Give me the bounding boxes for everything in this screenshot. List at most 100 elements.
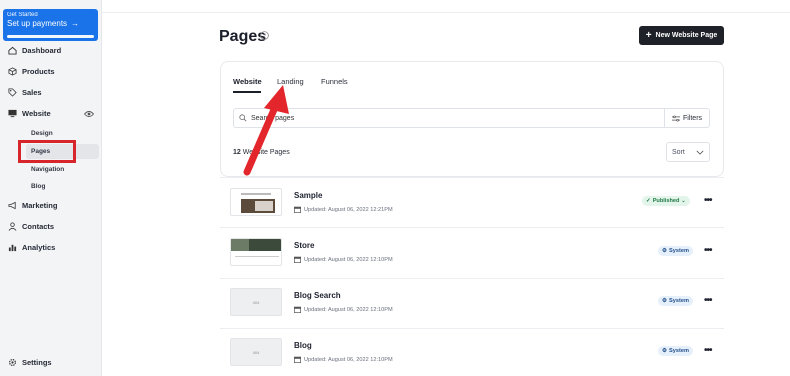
- more-options-icon[interactable]: •••: [704, 345, 712, 356]
- tag-icon: [8, 88, 17, 97]
- promo-small-text: Get Started: [7, 12, 38, 18]
- row-divider: [220, 177, 724, 178]
- page-updated: Updated: August 06, 2022 12:10PM: [294, 356, 393, 363]
- red-highlight-box: [18, 140, 76, 163]
- annotation-arrow: [243, 85, 289, 176]
- gear-icon: ⚙: [662, 248, 668, 254]
- calendar-icon: [294, 306, 301, 313]
- top-divider: [102, 12, 790, 13]
- sidebar-item-products[interactable]: Products: [8, 67, 55, 76]
- updated-text: Updated: August 06, 2022 12:10PM: [304, 256, 393, 263]
- page-thumbnail[interactable]: 404: [230, 338, 282, 366]
- status-badge-system: ⚙ System: [658, 246, 693, 256]
- more-options-icon[interactable]: •••: [704, 245, 712, 256]
- page-count-number: 12: [233, 149, 241, 156]
- sidebar-item-label: Products: [22, 67, 55, 76]
- sidebar-item-contacts[interactable]: Contacts: [8, 222, 54, 231]
- calendar-icon: [294, 256, 301, 263]
- sidebar-item-analytics[interactable]: Analytics: [8, 243, 55, 252]
- more-options-icon[interactable]: •••: [704, 295, 712, 306]
- page-updated: Updated: August 06, 2022 12:10PM: [294, 306, 393, 313]
- setup-progress-bar: [7, 35, 94, 38]
- updated-text: Updated: August 06, 2022 12:10PM: [304, 356, 393, 363]
- status-badge-system: ⚙ System: [658, 296, 693, 306]
- sidebar-subitem-blog[interactable]: Blog: [31, 183, 45, 190]
- sidebar-item-label: Analytics: [22, 243, 56, 252]
- eye-icon[interactable]: [84, 110, 94, 118]
- sidebar-item-label: Sales: [22, 88, 42, 97]
- page-thumbnail[interactable]: 404: [230, 288, 282, 316]
- sidebar-item-sales[interactable]: Sales: [8, 88, 42, 97]
- chevron-down-icon: ⌄: [681, 198, 686, 204]
- thumbnail-text: 404: [252, 349, 260, 355]
- more-options-icon[interactable]: •••: [704, 195, 712, 206]
- arrow-right-icon: →: [71, 19, 80, 28]
- status-label: System: [669, 248, 689, 254]
- row-divider: [220, 227, 724, 228]
- gear-icon: ⚙: [662, 298, 668, 304]
- chevron-down-icon: [696, 150, 704, 155]
- sidebar-item-label: Settings: [22, 358, 52, 367]
- filters-label: Filters: [682, 114, 703, 122]
- page-count: 12 Website Pages: [233, 149, 290, 156]
- svg-text:?: ?: [263, 34, 266, 40]
- status-label: System: [669, 348, 689, 354]
- page-title-store[interactable]: Store: [294, 241, 314, 250]
- updated-text: Updated: August 06, 2022 12:21PM: [304, 206, 393, 213]
- sidebar-item-website[interactable]: Website: [8, 109, 51, 118]
- bar-chart-icon: [8, 244, 17, 252]
- help-icon[interactable]: ?: [260, 31, 269, 40]
- plus-icon: +: [645, 29, 652, 41]
- sidebar-item-label: Contacts: [22, 222, 55, 231]
- promo-main-text: Set up payments: [7, 19, 68, 28]
- thumbnail-text: 404: [252, 299, 260, 305]
- row-divider: [220, 278, 724, 279]
- page-thumbnail[interactable]: [230, 238, 282, 266]
- sidebar: Get Started Set up payments → Dashboard P…: [0, 0, 102, 376]
- gear-icon: [8, 358, 17, 367]
- page-title-sample[interactable]: Sample: [294, 191, 322, 200]
- new-button-label: New Website Page: [655, 32, 718, 39]
- sort-label: Sort: [672, 148, 685, 156]
- page-thumbnail[interactable]: [230, 188, 282, 216]
- search-bar[interactable]: [233, 108, 664, 128]
- gear-icon: ⚙: [662, 348, 668, 354]
- status-label: System: [669, 298, 689, 304]
- page-count-text: Website Pages: [242, 149, 290, 156]
- active-tab-indicator: [233, 91, 261, 93]
- status-badge-published[interactable]: ✓ Published ⌄: [642, 196, 690, 206]
- page-title-blog[interactable]: Blog: [294, 341, 312, 350]
- setup-payments-banner[interactable]: Get Started Set up payments →: [3, 9, 98, 41]
- home-icon: [8, 46, 17, 55]
- sidebar-item-label: Dashboard: [22, 46, 62, 55]
- sidebar-item-marketing[interactable]: Marketing: [8, 201, 57, 210]
- search-input[interactable]: [251, 114, 631, 122]
- monitor-icon: [8, 109, 17, 118]
- new-website-page-button[interactable]: + New Website Page: [639, 26, 724, 45]
- page-updated: Updated: August 06, 2022 12:10PM: [294, 256, 393, 263]
- calendar-icon: [294, 206, 301, 213]
- tab-funnels[interactable]: Funnels: [321, 77, 348, 86]
- page-updated: Updated: August 06, 2022 12:21PM: [294, 206, 393, 213]
- page-title-blog-search[interactable]: Blog Search: [294, 291, 341, 300]
- tab-landing[interactable]: Landing: [277, 77, 304, 86]
- person-icon: [8, 222, 17, 231]
- search-icon: [239, 114, 247, 122]
- status-badge-system: ⚙ System: [658, 346, 693, 356]
- sort-dropdown[interactable]: Sort: [666, 142, 710, 162]
- check-icon: ✓: [646, 198, 651, 204]
- sidebar-item-settings[interactable]: Settings: [8, 358, 52, 367]
- sidebar-item-dashboard[interactable]: Dashboard: [8, 46, 61, 55]
- sidebar-subitem-design[interactable]: Design: [31, 130, 53, 137]
- sliders-icon: [671, 115, 680, 121]
- tab-website[interactable]: Website: [233, 77, 262, 86]
- sidebar-item-label: Website: [22, 109, 51, 118]
- filters-button[interactable]: Filters: [664, 108, 710, 128]
- megaphone-icon: [8, 201, 16, 210]
- calendar-icon: [294, 356, 301, 363]
- sidebar-subitem-navigation[interactable]: Navigation: [31, 166, 64, 173]
- box-icon: [8, 67, 17, 76]
- sidebar-item-label: Marketing: [22, 201, 58, 210]
- row-divider: [220, 328, 724, 329]
- status-label: Published: [652, 198, 680, 204]
